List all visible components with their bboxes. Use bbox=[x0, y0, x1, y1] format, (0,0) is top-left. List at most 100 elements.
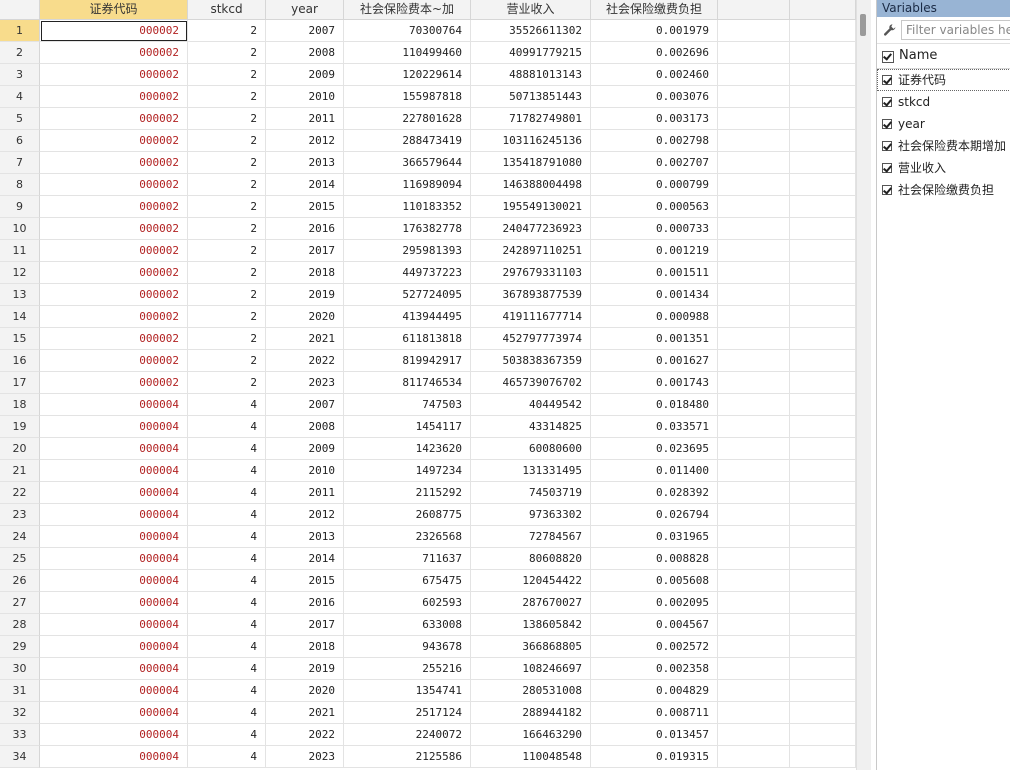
cell-social-insurance-increase[interactable]: 413944495 bbox=[344, 306, 471, 328]
cell-year[interactable]: 2014 bbox=[266, 548, 344, 570]
cell-year[interactable]: 2014 bbox=[266, 174, 344, 196]
cell-social-insurance-increase[interactable]: 255216 bbox=[344, 658, 471, 680]
table-row[interactable]: 5 000002 2 2011 227801628 71782749801 0.003173 bbox=[0, 108, 856, 130]
cell-year[interactable]: 2013 bbox=[266, 152, 344, 174]
table-row[interactable]: 12 000002 2 2018 449737223 297679331103 0.0015… bbox=[0, 262, 856, 284]
column-header-revenue[interactable]: 营业收入 bbox=[471, 0, 591, 19]
table-row[interactable]: 7 000002 2 2013 366579644 135418791080 0.00270… bbox=[0, 152, 856, 174]
cell-stkcd[interactable]: 4 bbox=[188, 746, 266, 768]
cell-social-insurance-burden[interactable]: 0.000733 bbox=[591, 218, 718, 240]
cell-empty[interactable] bbox=[718, 218, 790, 240]
cell-empty[interactable] bbox=[718, 526, 790, 548]
cell-zhengquandaima[interactable]: 000002 bbox=[40, 108, 188, 130]
table-row[interactable]: 25 000004 4 2014 711637 80608820 0.008828 bbox=[0, 548, 856, 570]
cell-empty[interactable] bbox=[790, 526, 856, 548]
cell-zhengquandaima[interactable]: 000002 bbox=[40, 152, 188, 174]
variable-item[interactable]: year bbox=[877, 113, 1010, 135]
cell-zhengquandaima[interactable]: 000002 bbox=[40, 284, 188, 306]
cell-social-insurance-increase[interactable]: 527724095 bbox=[344, 284, 471, 306]
table-row[interactable]: 27 000004 4 2016 602593 287670027 0.002095 bbox=[0, 592, 856, 614]
cell-social-insurance-burden[interactable]: 0.013457 bbox=[591, 724, 718, 746]
cell-empty[interactable] bbox=[718, 724, 790, 746]
table-row[interactable]: 34 000004 4 2023 2125586 110048548 0.019315 bbox=[0, 746, 856, 768]
cell-empty[interactable] bbox=[718, 152, 790, 174]
table-row[interactable]: 18 000004 4 2007 747503 40449542 0.018480 bbox=[0, 394, 856, 416]
cell-zhengquandaima[interactable]: 000002 bbox=[40, 350, 188, 372]
cell-empty[interactable] bbox=[790, 372, 856, 394]
cell-year[interactable]: 2021 bbox=[266, 328, 344, 350]
cell-revenue[interactable]: 240477236923 bbox=[471, 218, 591, 240]
cell-revenue[interactable]: 367893877539 bbox=[471, 284, 591, 306]
cell-social-insurance-burden[interactable]: 0.018480 bbox=[591, 394, 718, 416]
cell-social-insurance-burden[interactable]: 0.002095 bbox=[591, 592, 718, 614]
cell-social-insurance-increase[interactable]: 227801628 bbox=[344, 108, 471, 130]
cell-zhengquandaima[interactable]: 000004 bbox=[40, 482, 188, 504]
table-row[interactable]: 14 000002 2 2020 413944495 419111677714 0.0009… bbox=[0, 306, 856, 328]
cell-social-insurance-burden[interactable]: 0.002572 bbox=[591, 636, 718, 658]
cell-social-insurance-increase[interactable]: 1454117 bbox=[344, 416, 471, 438]
cell-revenue[interactable]: 48881013143 bbox=[471, 64, 591, 86]
cell-social-insurance-burden[interactable]: 0.004829 bbox=[591, 680, 718, 702]
cell-empty[interactable] bbox=[790, 64, 856, 86]
cell-stkcd[interactable]: 2 bbox=[188, 262, 266, 284]
cell-social-insurance-increase[interactable]: 633008 bbox=[344, 614, 471, 636]
cell-zhengquandaima[interactable]: 000004 bbox=[40, 724, 188, 746]
cell-year[interactable]: 2023 bbox=[266, 372, 344, 394]
cell-social-insurance-burden[interactable]: 0.023695 bbox=[591, 438, 718, 460]
cell-year[interactable]: 2018 bbox=[266, 636, 344, 658]
cell-social-insurance-increase[interactable]: 611813818 bbox=[344, 328, 471, 350]
cell-stkcd[interactable]: 4 bbox=[188, 636, 266, 658]
cell-empty[interactable] bbox=[718, 20, 790, 42]
cell-revenue[interactable]: 72784567 bbox=[471, 526, 591, 548]
cell-social-insurance-increase[interactable]: 120229614 bbox=[344, 64, 471, 86]
cell-social-insurance-burden[interactable]: 0.028392 bbox=[591, 482, 718, 504]
cell-social-insurance-increase[interactable]: 711637 bbox=[344, 548, 471, 570]
table-row[interactable]: 23 000004 4 2012 2608775 97363302 0.026794 bbox=[0, 504, 856, 526]
cell-social-insurance-burden[interactable]: 0.001743 bbox=[591, 372, 718, 394]
cell-empty[interactable] bbox=[790, 460, 856, 482]
cell-revenue[interactable]: 131331495 bbox=[471, 460, 591, 482]
cell-zhengquandaima[interactable]: 000004 bbox=[40, 746, 188, 768]
cell-zhengquandaima[interactable]: 000002 bbox=[40, 20, 188, 42]
table-row[interactable]: 16 000002 2 2022 819942917 503838367359 0.0016… bbox=[0, 350, 856, 372]
cell-empty[interactable] bbox=[718, 328, 790, 350]
cell-stkcd[interactable]: 2 bbox=[188, 86, 266, 108]
cell-year[interactable]: 2023 bbox=[266, 746, 344, 768]
cell-zhengquandaima[interactable]: 000004 bbox=[40, 548, 188, 570]
cell-empty[interactable] bbox=[718, 592, 790, 614]
cell-social-insurance-increase[interactable]: 2240072 bbox=[344, 724, 471, 746]
cell-zhengquandaima[interactable]: 000004 bbox=[40, 658, 188, 680]
cell-stkcd[interactable]: 4 bbox=[188, 724, 266, 746]
cell-year[interactable]: 2015 bbox=[266, 196, 344, 218]
cell-revenue[interactable]: 297679331103 bbox=[471, 262, 591, 284]
cell-empty[interactable] bbox=[790, 570, 856, 592]
table-row[interactable]: 28 000004 4 2017 633008 138605842 0.004567 bbox=[0, 614, 856, 636]
cell-zhengquandaima[interactable]: 000004 bbox=[40, 394, 188, 416]
cell-year[interactable]: 2012 bbox=[266, 130, 344, 152]
cell-zhengquandaima[interactable]: 000004 bbox=[40, 680, 188, 702]
cell-revenue[interactable]: 40991779215 bbox=[471, 42, 591, 64]
checkbox-checked-icon[interactable] bbox=[882, 119, 892, 129]
cell-stkcd[interactable]: 2 bbox=[188, 174, 266, 196]
cell-empty[interactable] bbox=[790, 438, 856, 460]
cell-revenue[interactable]: 465739076702 bbox=[471, 372, 591, 394]
cell-revenue[interactable]: 74503719 bbox=[471, 482, 591, 504]
checkbox-checked-icon[interactable] bbox=[882, 163, 892, 173]
cell-empty[interactable] bbox=[718, 64, 790, 86]
cell-year[interactable]: 2022 bbox=[266, 350, 344, 372]
table-row[interactable]: 9 000002 2 2015 110183352 195549130021 0.00056… bbox=[0, 196, 856, 218]
cell-year[interactable]: 2016 bbox=[266, 218, 344, 240]
cell-empty[interactable] bbox=[718, 548, 790, 570]
cell-stkcd[interactable]: 4 bbox=[188, 394, 266, 416]
cell-zhengquandaima[interactable]: 000004 bbox=[40, 460, 188, 482]
variable-item[interactable]: 营业收入 bbox=[877, 157, 1010, 179]
cell-social-insurance-burden[interactable]: 0.008828 bbox=[591, 548, 718, 570]
cell-social-insurance-burden[interactable]: 0.001219 bbox=[591, 240, 718, 262]
cell-zhengquandaima[interactable]: 000002 bbox=[40, 372, 188, 394]
cell-empty[interactable] bbox=[718, 636, 790, 658]
cell-empty[interactable] bbox=[790, 196, 856, 218]
table-row[interactable]: 32 000004 4 2021 2517124 288944182 0.008711 bbox=[0, 702, 856, 724]
cell-empty[interactable] bbox=[790, 108, 856, 130]
cell-social-insurance-increase[interactable]: 2326568 bbox=[344, 526, 471, 548]
cell-empty[interactable] bbox=[718, 240, 790, 262]
